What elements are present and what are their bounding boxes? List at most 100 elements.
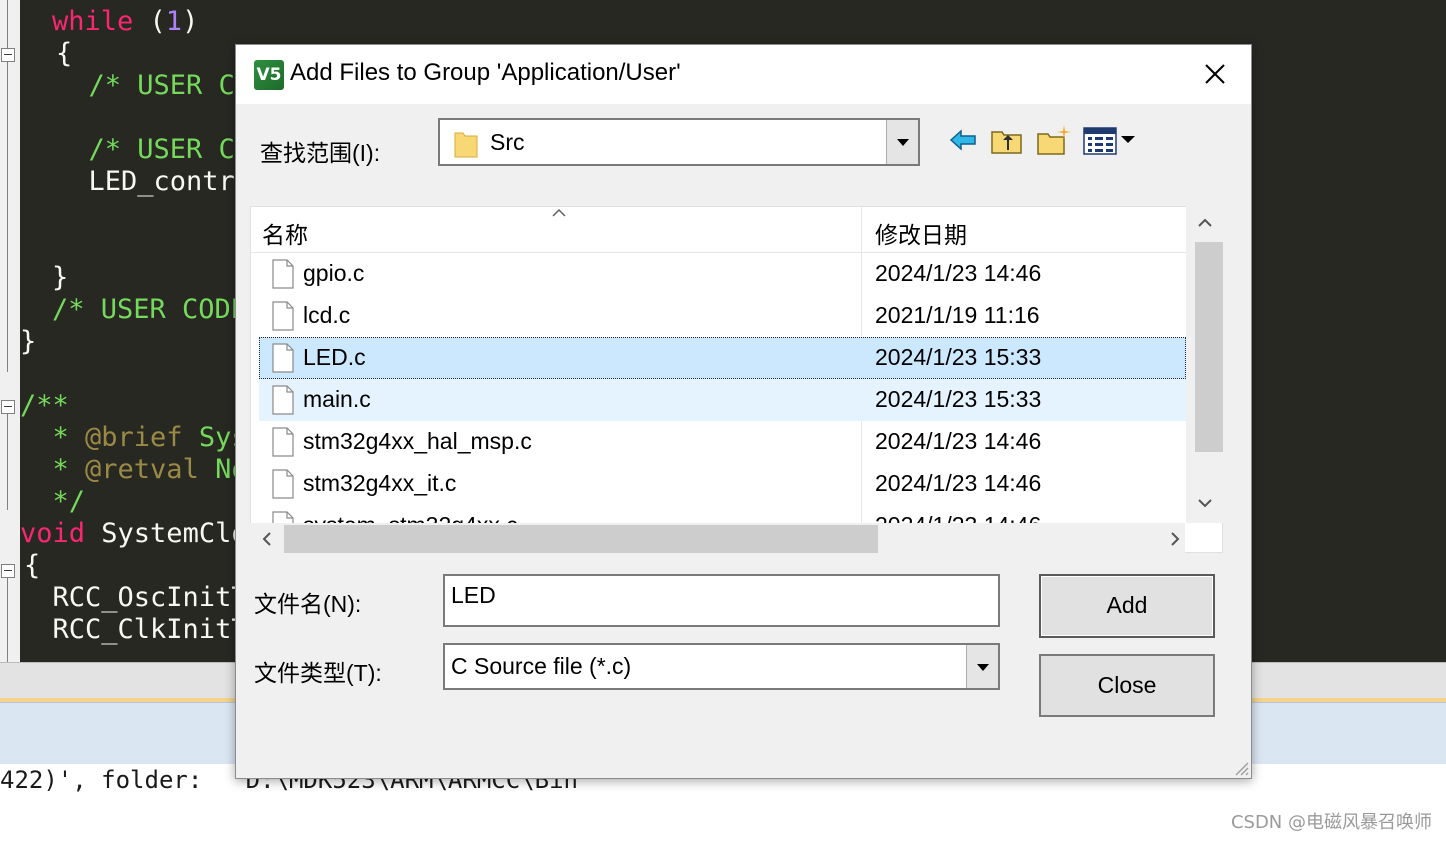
fold-toggle[interactable] [1,48,15,62]
code-token: /** [20,390,69,421]
code-line: } [52,262,68,294]
fold-line [7,414,8,510]
chevron-down-icon [897,139,909,146]
file-date: 2024/1/23 15:33 [875,344,1042,370]
scroll-right-icon[interactable] [1168,530,1182,548]
filename-input[interactable]: LED [443,574,1000,627]
code-line: /** [20,390,69,422]
code-token: } [52,262,69,293]
filetype-dropdown-button[interactable] [966,645,998,688]
fold-toggle[interactable] [1,564,15,578]
code-token: RCC_OscInitT [20,582,248,613]
fold-toggle[interactable] [1,400,15,414]
lookin-value: Src [490,129,525,155]
code-line: * @retval No [20,454,248,486]
code-token: /* USER CO [56,134,252,165]
code-line: { [24,550,40,582]
code-line: RCC_ClkInitT [20,614,248,646]
file-row[interactable]: stm32g4xx_hal_msp.c 2024/1/23 14:46 [259,421,1186,463]
file-icon [272,301,294,331]
vertical-scrollbar[interactable] [1186,206,1224,523]
up-folder-icon[interactable] [990,123,1024,157]
dialog-titlebar[interactable]: V5 Add Files to Group 'Application/User' [236,45,1251,104]
code-line: * @brief Sys [20,422,248,454]
code-token: @brief [85,422,183,453]
file-row[interactable]: lcd.c 2021/1/19 11:16 [259,295,1186,337]
file-name: stm32g4xx_hal_msp.c [303,428,532,454]
file-row[interactable]: stm32g4xx_it.c 2024/1/23 14:46 [259,463,1186,505]
view-menu-icon[interactable] [1082,123,1142,157]
resize-grip-icon[interactable] [1231,758,1249,776]
column-header-date[interactable]: 修改日期 [875,216,967,250]
keil-app-icon: V5 [254,60,284,90]
column-header-name[interactable]: 名称 [262,216,308,250]
code-line: /* USER CO [56,70,252,102]
file-icon [272,427,294,457]
file-name: lcd.c [303,302,351,328]
code-token: { [24,550,41,581]
add-button[interactable]: Add [1039,574,1215,638]
code-token: ( [133,6,166,37]
file-date: 2024/1/23 14:46 [875,470,1042,496]
horizontal-scrollbar[interactable] [250,523,1185,553]
scroll-up-icon[interactable] [1196,216,1214,230]
code-line: while (1) [52,6,198,38]
close-button[interactable]: Close [1039,654,1215,717]
file-row[interactable]: LED.c 2024/1/23 15:33 [259,337,1186,379]
file-list[interactable]: 名称 修改日期 gpio.c 2024/1/23 14:46 lcd.c 2021/1… [250,206,1223,553]
sort-ascending-icon [552,208,566,217]
scroll-left-icon[interactable] [260,530,274,548]
code-line: /* USER CO [56,134,252,166]
file-icon [272,343,294,373]
file-name: gpio.c [303,260,365,286]
filename-value: LED [451,582,496,608]
add-files-dialog: V5 Add Files to Group 'Application/User'… [235,44,1252,779]
filetype-label: 文件类型(T): [254,660,382,686]
fold-line [7,578,8,662]
code-token: { [56,38,73,69]
lookin-label: 查找范围(I): [260,140,381,166]
code-token: RCC_ClkInitT [20,614,248,645]
lookin-dropdown[interactable]: Src [438,118,920,166]
scroll-down-icon[interactable] [1196,496,1214,510]
code-token: } [20,326,37,357]
file-row[interactable]: main.c 2024/1/23 15:33 [259,379,1186,421]
code-token: SystemClo [85,518,248,549]
filetype-dropdown[interactable]: C Source file (*.c) [443,643,1000,690]
watermark: CSDN @电磁风暴召唤师 [1230,812,1432,833]
file-date: 2021/1/19 11:16 [875,302,1040,328]
editor-gutter [0,0,20,662]
code-token: /* USER CO [56,70,252,101]
file-icon [272,385,294,415]
file-date: 2024/1/23 14:46 [875,260,1042,286]
filetype-value: C Source file (*.c) [451,653,632,679]
code-token: @retval [85,454,199,485]
code-token: LED_contro [56,166,252,197]
file-name: main.c [303,386,371,412]
new-folder-icon[interactable] [1036,123,1072,157]
fold-line [7,0,8,48]
fold-line [7,62,8,372]
dialog-title: Add Files to Group 'Application/User' [290,59,681,86]
code-line: LED_contro [56,166,252,198]
code-token: ) [182,6,199,37]
code-line: /* USER CODE [52,294,247,326]
code-token: * [20,422,86,453]
code-line: RCC_OscInitT [20,582,248,614]
file-date: 2024/1/23 14:46 [875,428,1042,454]
file-date: 2024/1/23 15:33 [875,386,1042,412]
filename-label: 文件名(N): [254,591,362,617]
close-icon[interactable] [1199,58,1231,90]
code-line: { [56,38,72,70]
file-name: stm32g4xx_it.c [303,470,457,496]
code-token: /* USER CODE [52,294,248,325]
horizontal-scroll-thumb[interactable] [284,525,878,553]
file-icon [272,259,294,289]
file-row[interactable]: gpio.c 2024/1/23 14:46 [259,253,1186,295]
lookin-dropdown-button[interactable] [886,120,918,164]
code-token: */ [20,486,86,517]
vertical-scroll-thumb[interactable] [1195,242,1223,452]
file-icon [272,469,294,499]
code-token: void [20,518,86,549]
back-arrow-icon[interactable] [948,123,978,157]
